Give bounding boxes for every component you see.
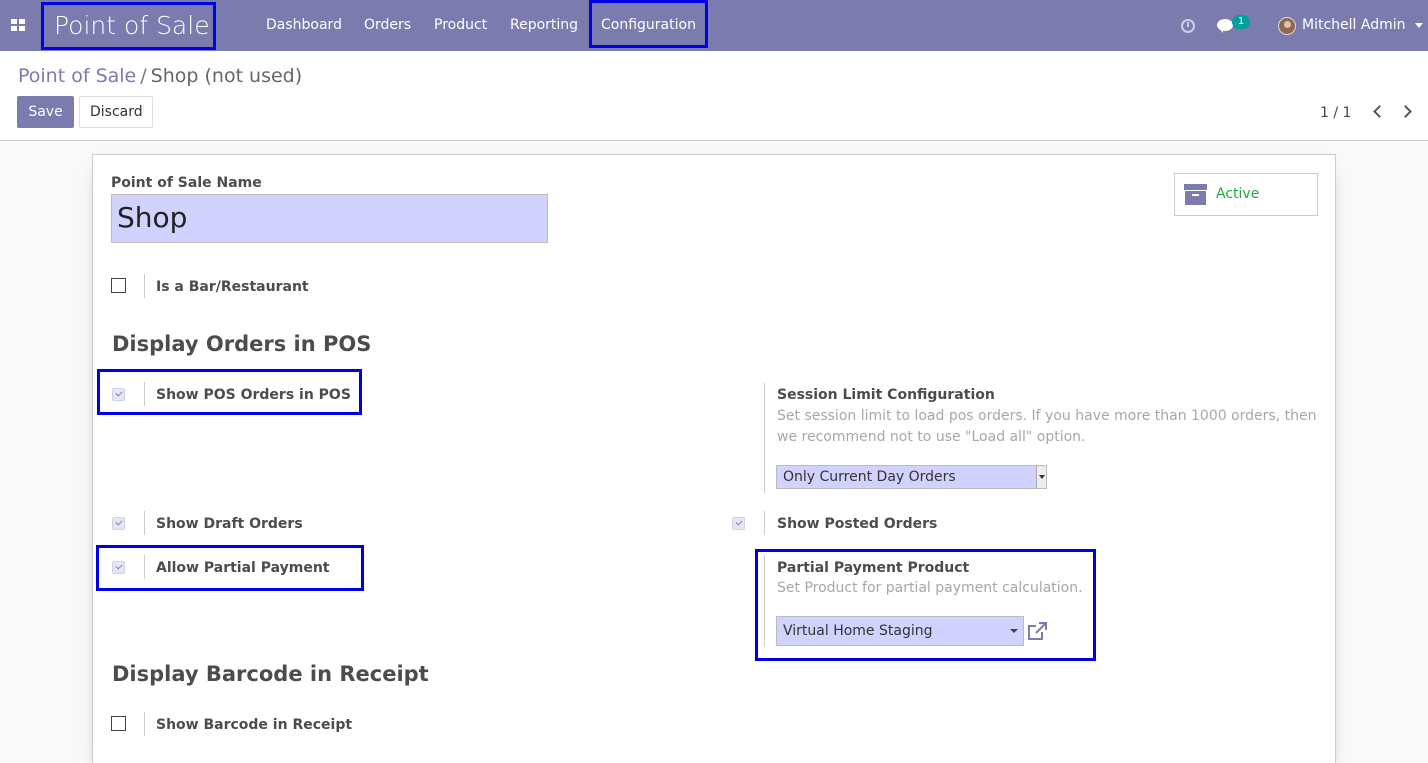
discard-button[interactable]: Discard	[79, 96, 153, 128]
is-bar-checkbox[interactable]	[111, 278, 126, 293]
menu-product[interactable]: Product	[434, 0, 487, 51]
app-brand-title[interactable]: Point of Sale	[41, 2, 216, 50]
highlight-box-show-pos-orders	[97, 369, 362, 415]
menu-orders[interactable]: Orders	[364, 0, 411, 51]
section-title-barcode: Display Barcode in Receipt	[112, 662, 429, 686]
dropdown-arrow-icon	[1036, 466, 1046, 488]
form-sheet: Point of Sale Name Shop Active Is a Bar/…	[92, 154, 1336, 763]
breadcrumb-separator: /	[140, 65, 147, 87]
pager-next-icon[interactable]	[1399, 105, 1412, 118]
show-posted-orders-label: Show Posted Orders	[777, 516, 938, 532]
session-limit-value: Only Current Day Orders	[783, 469, 956, 485]
highlight-box-partial-product	[755, 549, 1096, 661]
session-limit-label: Session Limit Configuration	[777, 387, 995, 403]
active-toggle-button[interactable]: Active	[1174, 173, 1318, 216]
apps-menu-icon[interactable]	[11, 19, 25, 31]
archive-icon	[1184, 184, 1207, 205]
show-barcode-checkbox[interactable]	[111, 716, 126, 731]
session-limit-select[interactable]: Only Current Day Orders	[776, 465, 1047, 489]
active-label: Active	[1216, 186, 1260, 202]
session-limit-help: Set session limit to load pos orders. If…	[777, 408, 1317, 445]
save-button[interactable]: Save	[17, 96, 74, 128]
pager-value[interactable]: 1 / 1	[1320, 105, 1351, 121]
user-avatar[interactable]	[1278, 17, 1296, 35]
show-draft-orders-checkbox[interactable]	[112, 517, 125, 530]
pos-name-label: Point of Sale Name	[111, 175, 262, 191]
show-barcode-label: Show Barcode in Receipt	[156, 717, 353, 733]
show-posted-orders-checkbox[interactable]	[732, 517, 745, 530]
section-title-orders: Display Orders in POS	[112, 332, 372, 356]
field-divider	[144, 274, 145, 298]
breadcrumb: Point of Sale / Shop (not used)	[18, 65, 302, 87]
top-navbar: Point of Sale Dashboard Orders Product R…	[0, 0, 1428, 51]
menu-configuration[interactable]: Configuration	[589, 0, 708, 48]
menu-dashboard[interactable]: Dashboard	[266, 0, 342, 51]
breadcrumb-current: Shop (not used)	[150, 65, 303, 87]
user-menu-caret-icon[interactable]	[1415, 23, 1423, 28]
field-divider	[144, 511, 145, 535]
activity-clock-icon[interactable]	[1181, 19, 1195, 33]
is-bar-label: Is a Bar/Restaurant	[156, 279, 309, 295]
field-divider	[764, 383, 765, 493]
pager-previous-icon[interactable]	[1373, 105, 1386, 118]
field-divider	[144, 712, 145, 736]
highlight-box-allow-partial	[96, 545, 364, 591]
control-panel: Point of Sale / Shop (not used) Save Disca…	[0, 51, 1428, 141]
breadcrumb-parent-link[interactable]: Point of Sale	[18, 65, 136, 87]
chat-count-badge: 1	[1232, 15, 1250, 29]
messaging-chat-icon[interactable]	[1217, 19, 1233, 33]
menu-reporting[interactable]: Reporting	[510, 0, 578, 51]
field-divider	[764, 511, 765, 535]
pos-name-input[interactable]: Shop	[111, 194, 548, 243]
show-draft-orders-label: Show Draft Orders	[156, 516, 303, 532]
user-menu-name[interactable]: Mitchell Admin	[1302, 0, 1406, 51]
